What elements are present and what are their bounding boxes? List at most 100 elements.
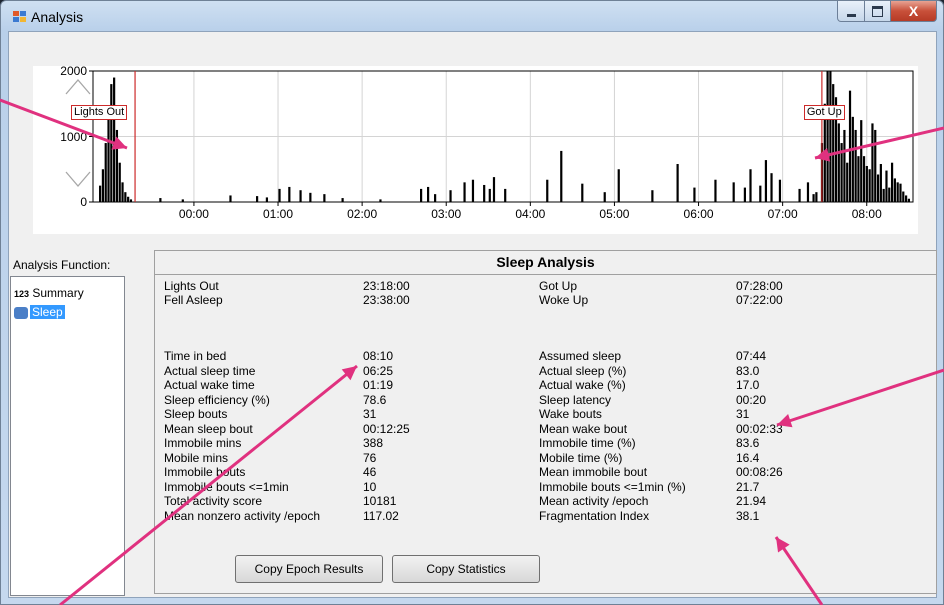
activity-bar: [504, 188, 507, 202]
activity-bar: [868, 169, 871, 202]
x-tick-label: 01:00: [263, 207, 294, 221]
activity-bar: [278, 188, 281, 202]
title-bar[interactable]: Analysis X: [1, 1, 943, 31]
window-title: Analysis: [31, 9, 84, 25]
y-tick-label: 2000: [60, 64, 87, 78]
activity-bar: [732, 182, 735, 202]
activity-bar: [341, 198, 344, 202]
activity-bar: [471, 179, 475, 202]
stat-label: Total activity score: [164, 494, 263, 508]
stat-label: Mobile time (%): [539, 450, 623, 465]
stat-value: 21.94: [736, 494, 767, 508]
activity-bar: [812, 194, 815, 202]
activity-bar: [288, 186, 291, 202]
activity-bar: [806, 182, 810, 202]
close-button[interactable]: X: [891, 1, 937, 22]
results-title: Sleep Analysis: [496, 254, 595, 270]
activity-bar: [874, 129, 877, 202]
client-area: Lights Out Got Up 2000 1000 0 00:00 01:00 02:00…: [8, 31, 937, 598]
activity-bar: [115, 129, 119, 202]
stat-label: Woke Up: [539, 293, 589, 307]
stat-value: 21.7: [736, 479, 760, 494]
stat-value: 23:18:00: [363, 279, 410, 293]
maximize-icon: [872, 5, 883, 17]
stat-label: Immobile mins: [164, 436, 242, 450]
activity-bar: [899, 183, 902, 202]
activity-bar: [265, 197, 269, 202]
stat-value: 388: [363, 436, 384, 450]
stat-value: 16.4: [736, 450, 760, 465]
list-item-label: Summary: [32, 286, 84, 300]
activity-bar: [256, 196, 259, 202]
lights-out-marker-label: Lights Out: [71, 105, 128, 120]
activity-bar: [846, 162, 849, 202]
maximize-button[interactable]: [865, 1, 891, 22]
activity-bar: [110, 84, 113, 202]
stat-label: Time in bed: [164, 349, 227, 363]
stat-value: 07:44: [736, 349, 767, 363]
stat-value: 10: [363, 479, 377, 494]
stat-label: Lights Out: [164, 279, 219, 293]
activity-bar: [159, 198, 162, 202]
activity-bar: [581, 183, 584, 202]
x-tick-label: 05:00: [599, 207, 630, 221]
minimize-icon: [846, 13, 856, 17]
x-tick-label: 03:00: [431, 207, 462, 221]
stat-label: Actual wake (%): [539, 378, 626, 392]
stat-label: Fragmentation Index: [539, 508, 650, 523]
activity-bar: [871, 123, 874, 202]
stat-label: Mean wake bout: [539, 421, 628, 436]
stat-label: Mean immobile bout: [539, 465, 648, 479]
list-item-summary[interactable]: 123 Summary: [14, 285, 84, 301]
activity-bar: [902, 191, 905, 202]
stat-value: 06:25: [363, 363, 394, 378]
activity-bar: [463, 182, 466, 202]
activity-bar: [743, 187, 746, 202]
activity-bar: [427, 186, 430, 202]
activity-bar: [879, 164, 882, 202]
activity-bar: [676, 164, 679, 202]
activity-bar: [854, 129, 857, 202]
stat-value: 00:12:25: [363, 421, 410, 436]
x-tick-label: 02:00: [347, 207, 378, 221]
activity-bar: [865, 165, 868, 202]
activity-bar: [121, 182, 124, 202]
activity-bar: [826, 71, 829, 202]
activity-bar: [778, 179, 782, 202]
activity-bar: [862, 156, 866, 202]
copy-statistics-button[interactable]: Copy Statistics: [392, 555, 540, 583]
stat-label: Wake bouts: [539, 407, 602, 421]
stat-label: Actual wake time: [164, 378, 255, 392]
stat-label: Mean nonzero activity /epoch: [164, 508, 321, 523]
activity-bar: [603, 192, 606, 202]
activity-bar: [759, 185, 762, 202]
stat-value: 10181: [363, 494, 397, 508]
x-tick-label: 04:00: [515, 207, 546, 221]
analysis-function-label: Analysis Function:: [13, 258, 111, 272]
activity-bar: [379, 199, 382, 202]
activity-bar: [832, 84, 835, 202]
activity-bar: [770, 173, 773, 202]
activity-bar: [124, 192, 127, 202]
activity-bar: [483, 184, 486, 202]
activity-bar: [749, 169, 752, 202]
stat-value: 117.02: [363, 508, 399, 523]
activity-bar: [829, 71, 832, 202]
zoom-in-triangle-icon: [65, 79, 91, 95]
stat-value: 07:22:00: [736, 293, 783, 307]
activity-chart: Lights Out Got Up 2000 1000 0 00:00 01:00 02:00…: [33, 64, 918, 234]
list-item-sleep[interactable]: Sleep: [14, 304, 65, 320]
analysis-function-list[interactable]: 123 Summary Sleep: [10, 276, 125, 596]
activity-bar: [299, 190, 302, 202]
activity-bar: [651, 190, 654, 202]
stat-label: Sleep bouts: [164, 407, 228, 421]
stat-label: Sleep latency: [539, 392, 612, 407]
minimize-button[interactable]: [837, 1, 865, 22]
activity-bar: [104, 143, 107, 202]
analysis-window: Analysis X Lights Out Got Up 2000 1000 0 00:0…: [0, 0, 944, 605]
activity-bar: [129, 199, 133, 202]
copy-epoch-results-button[interactable]: Copy Epoch Results: [235, 555, 383, 583]
activity-bar: [560, 150, 563, 202]
stat-label: Mean activity /epoch: [539, 494, 649, 508]
activity-bar: [449, 190, 452, 202]
